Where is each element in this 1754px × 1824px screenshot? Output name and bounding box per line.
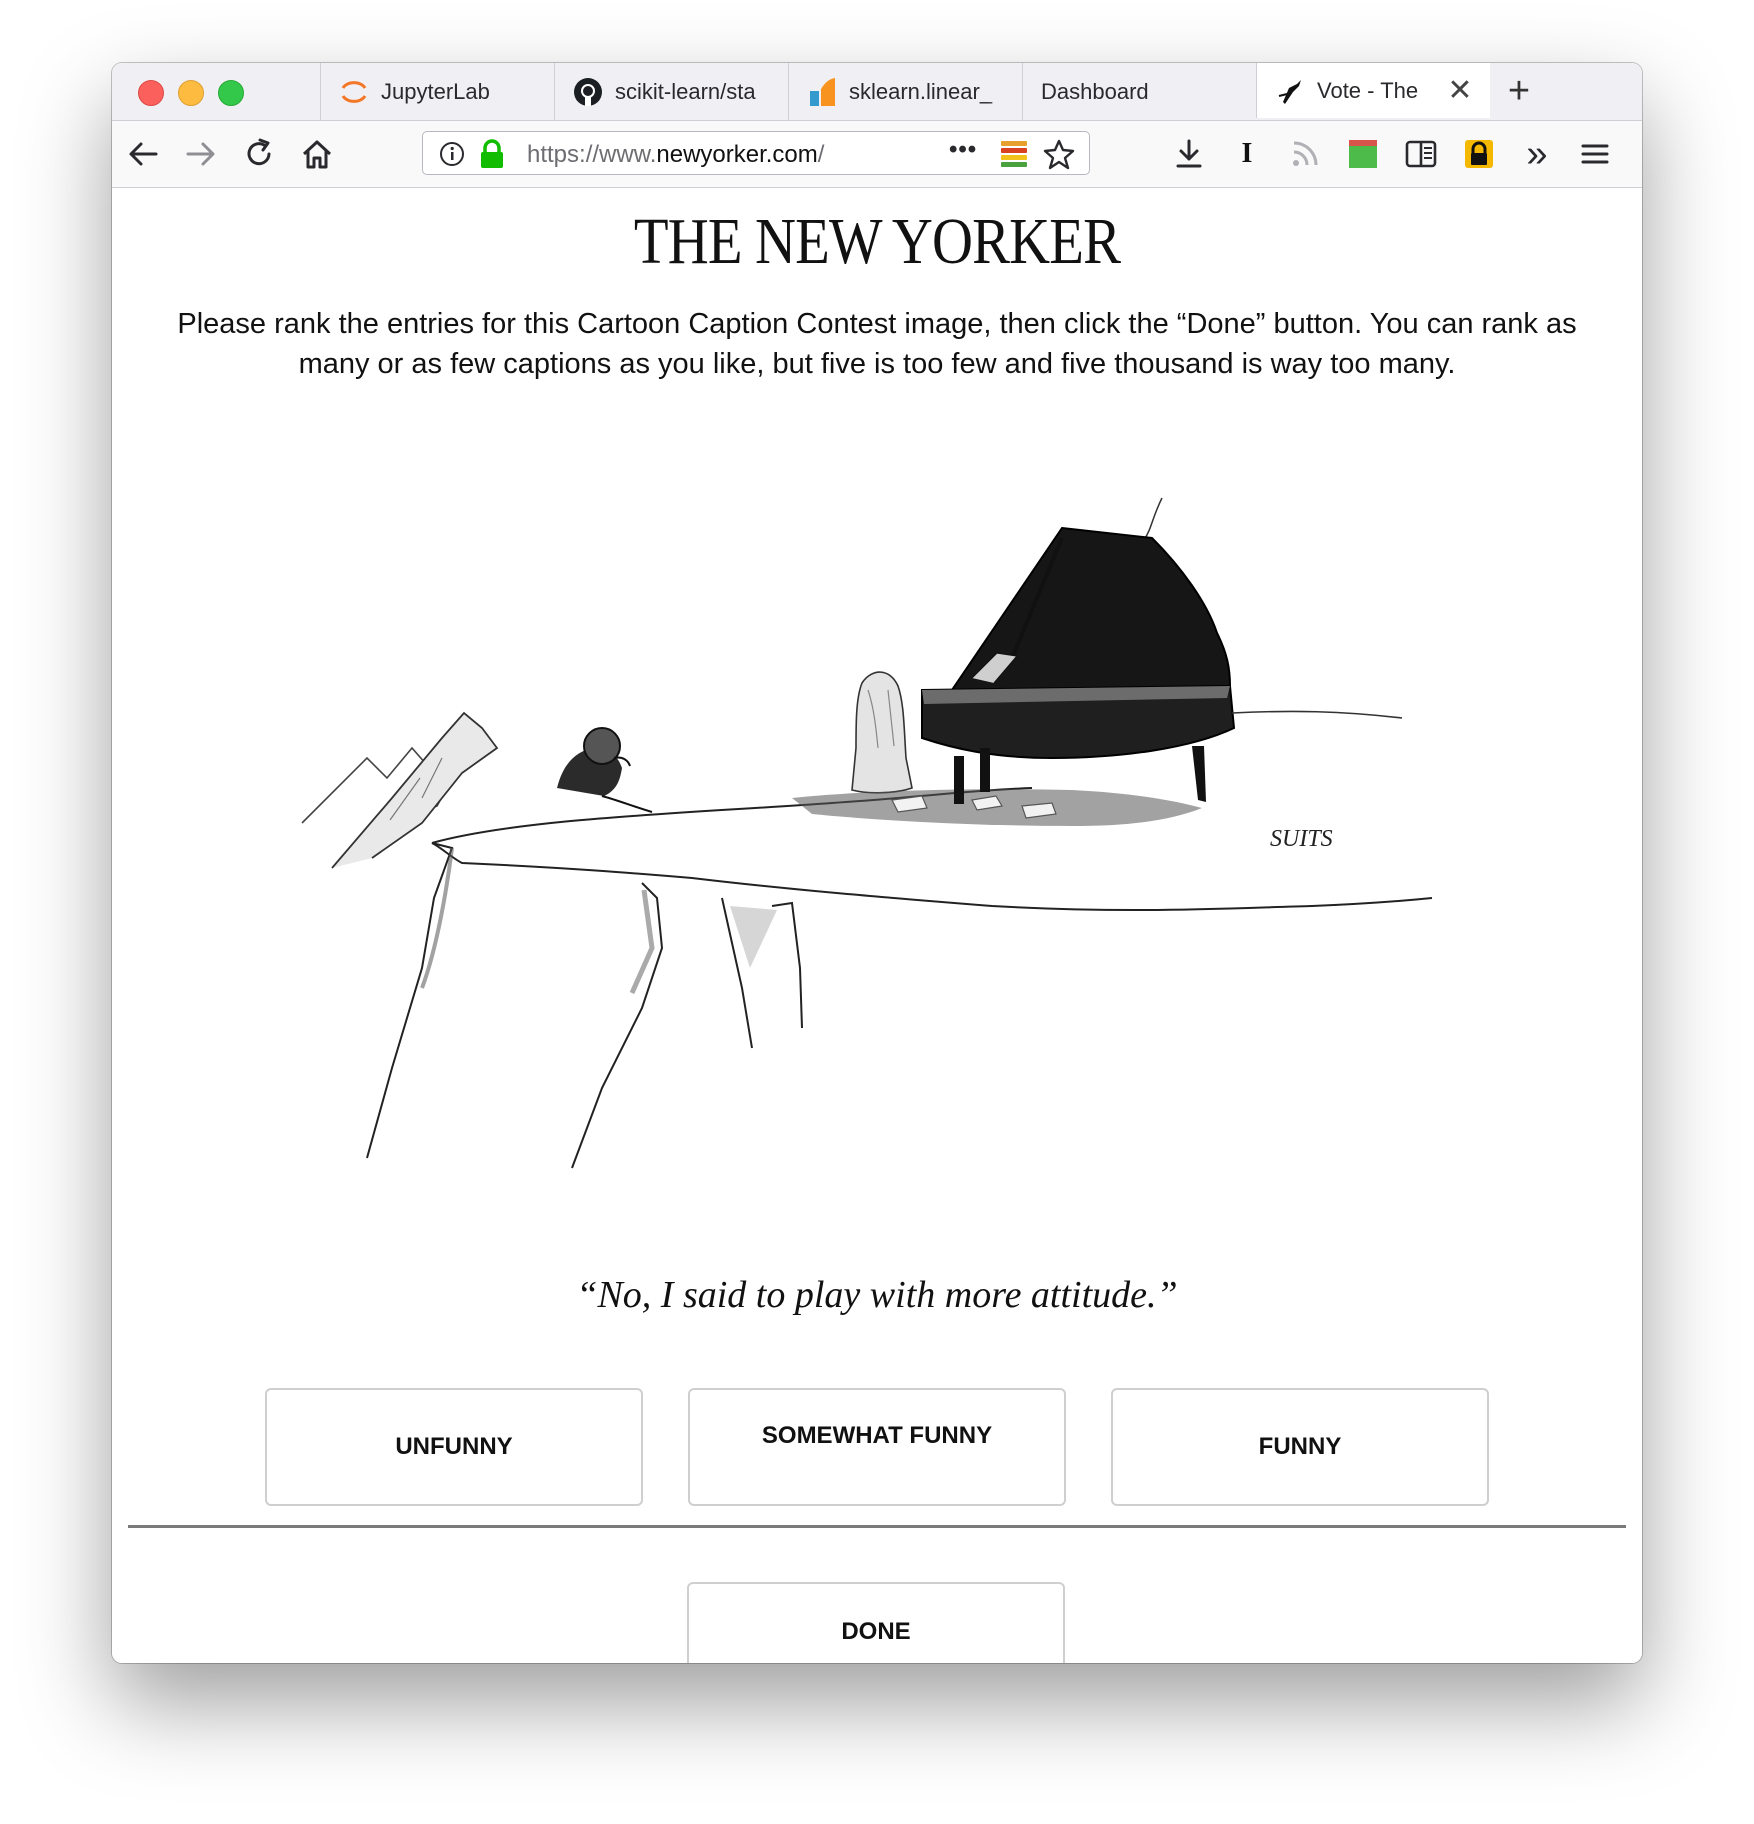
forward-arrow-icon [186,142,215,166]
page-actions-button[interactable]: ••• [949,136,977,164]
cartoon-image: SUITS [301,497,1433,1169]
page-content: THE NEW YORKER Please rank the entries f… [112,188,1642,1663]
tab-label: JupyterLab [381,78,490,104]
green-square-extension-icon [1349,140,1377,168]
close-tab-icon[interactable]: ✕ [1446,75,1474,105]
url-host: newyorker.com [656,141,818,168]
instructions-text: Please rank the entries for this Cartoon… [177,308,1577,380]
new-yorker-icon [1275,76,1305,106]
hamburger-icon [1581,144,1609,164]
tab-label: Dashboard [1041,78,1149,104]
tab-jupyterlab[interactable]: JupyterLab [320,63,554,120]
reader-extension-button[interactable]: I [1226,133,1268,175]
somewhat-funny-button[interactable]: SOMEWHAT FUNNY [688,1388,1066,1506]
rss-icon [1293,141,1318,166]
sidebar-button[interactable] [1400,133,1442,175]
rss-button[interactable] [1284,133,1326,175]
info-icon[interactable] [439,141,465,167]
lock-icon[interactable] [479,139,505,169]
done-button[interactable]: DONE [687,1582,1065,1663]
overflow-menu-button[interactable]: » [1516,133,1558,175]
funny-button[interactable]: FUNNY [1111,1388,1489,1506]
back-arrow-icon [129,142,158,166]
home-icon [302,140,332,169]
close-window-button[interactable] [138,80,164,106]
back-button[interactable] [122,133,164,175]
url-text[interactable]: https://www.newyorker.com/ [527,141,887,169]
sklearn-icon [807,77,837,107]
reload-button[interactable] [238,133,280,175]
tab-label: sklearn.linear_ [849,78,993,104]
privacy-extension-button[interactable] [1458,133,1500,175]
unfunny-button[interactable]: UNFUNNY [265,1388,643,1506]
home-button[interactable] [296,133,338,175]
yellow-lock-extension-icon [1465,140,1493,168]
tab-strip: JupyterLab scikit-learn/sta sklearn.line… [112,63,1642,121]
nav-bar: https://www.newyorker.com/ ••• I » [112,121,1642,188]
sidebar-icon [1405,140,1437,168]
forward-button[interactable] [180,133,222,175]
caption-text: “No, I said to play with more attitude.” [576,1274,1178,1316]
tab-sklearn[interactable]: sklearn.linear_ [788,63,1022,120]
hamburger-menu-button[interactable] [1574,133,1616,175]
url-suffix: / [817,141,825,168]
url-bar[interactable]: https://www.newyorker.com/ ••• [422,131,1090,175]
tab-dashboard[interactable]: Dashboard [1022,63,1256,120]
tab-label: scikit-learn/sta [615,78,756,104]
url-prefix: https://www. [527,141,657,168]
green-extension-button[interactable] [1342,133,1384,175]
jupyter-icon [339,77,369,107]
bookmark-star-icon[interactable] [1043,138,1075,170]
color-stack-extension-icon[interactable] [999,140,1029,168]
github-icon [573,77,603,107]
zoom-window-button[interactable] [218,80,244,106]
tab-vote-active[interactable]: Vote - The ✕ [1256,63,1490,118]
tab-github[interactable]: scikit-learn/sta [554,63,788,120]
minimize-window-button[interactable] [178,80,204,106]
new-tab-button[interactable]: + [1497,69,1541,113]
reload-icon [247,138,271,166]
divider [128,1525,1626,1528]
tab-label: Vote - The [1317,77,1419,103]
download-icon [1176,139,1202,168]
cartoon-signature: SUITS [1270,826,1333,852]
browser-window: JupyterLab scikit-learn/sta sklearn.line… [112,63,1642,1663]
downloads-button[interactable] [1168,133,1210,175]
new-yorker-logo: THE NEW YORKER [633,205,1121,278]
